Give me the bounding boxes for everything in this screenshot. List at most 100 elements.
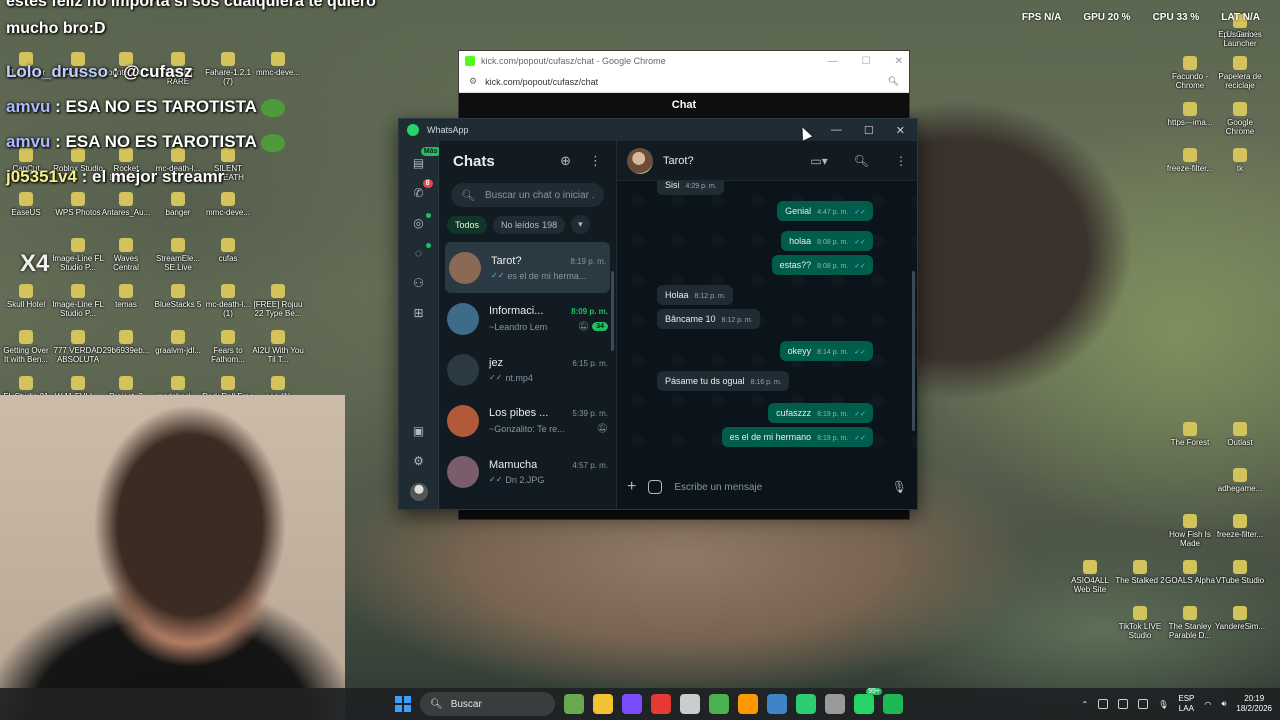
chat-list-scrollbar[interactable] xyxy=(611,271,614,351)
desktop-icon[interactable]: VTube Studio xyxy=(1214,560,1266,585)
site-info-icon[interactable]: ⚙ xyxy=(469,76,477,87)
search-in-chat-icon[interactable]: 🔍︎ xyxy=(854,154,869,168)
outgoing-message[interactable]: cufaszzz 8:19 p. m. ✓✓ xyxy=(768,403,873,423)
desktop-icon[interactable]: tk xyxy=(1214,148,1266,173)
settings-gear-icon[interactable]: ⚙ xyxy=(411,453,427,469)
attach-plus-icon[interactable]: + xyxy=(627,478,636,496)
desktop-icon[interactable]: temas xyxy=(100,284,152,309)
chat-list-item[interactable]: Los pibes ... 5:39 p. m. ~Gonzalito: Te re… xyxy=(439,395,616,446)
taskbar-app-icon[interactable] xyxy=(593,694,613,714)
filter-chip[interactable]: No leídos 198 xyxy=(493,215,566,234)
desktop-icon[interactable]: GOALS Alpha xyxy=(1164,560,1216,585)
outgoing-message[interactable]: es el de mi hermano 8:19 p. m. ✓✓ xyxy=(721,427,873,447)
outgoing-message[interactable]: Genial 4:47 p. m. ✓✓ xyxy=(777,201,873,221)
desktop-icon[interactable]: ASIO4ALL Web Site xyxy=(1064,560,1116,594)
desktop-icon[interactable]: The Stalked 2 xyxy=(1114,560,1166,585)
desktop-icon[interactable]: Getting Over It with Ben... xyxy=(0,330,52,364)
language-indicator[interactable]: ESP LAA xyxy=(1178,694,1194,714)
whatsapp-minimize-button[interactable]: — xyxy=(831,124,842,137)
incoming-message[interactable]: Bâncame 10 8:12 p. m. xyxy=(657,309,760,329)
taskbar-app-icon[interactable] xyxy=(767,694,787,714)
more-filters-chevron-icon[interactable]: ▾ xyxy=(571,215,590,234)
conversation-header[interactable]: Tarot? ▭▾ 🔍︎ ⋮ xyxy=(617,141,917,181)
chrome-close-button[interactable]: ✕ xyxy=(895,56,903,67)
desktop-icon[interactable]: Image-Line FL Studio P... xyxy=(52,284,104,318)
taskbar-app-icon[interactable] xyxy=(651,694,671,714)
desktop-icon[interactable]: StreamEle... SE.Live xyxy=(152,238,204,272)
taskbar-app-icon[interactable] xyxy=(709,694,729,714)
desktop-icon[interactable]: The Forest xyxy=(1164,422,1216,447)
chat-list-item[interactable]: Informaci... 8:09 p. m. ~Leandro Lem 🔕︎ 34 xyxy=(439,293,616,344)
status-nav-icon[interactable]: ◎ xyxy=(411,213,431,231)
chrome-url[interactable]: kick.com/popout/cufasz/chat xyxy=(485,77,598,87)
taskbar-app-icon[interactable]: 99+ xyxy=(854,688,882,714)
volume-icon[interactable]: 🔊︎ xyxy=(1221,699,1226,709)
taskbar-app-icon[interactable] xyxy=(680,694,700,714)
video-call-icon[interactable]: ▭▾ xyxy=(810,154,827,168)
whatsapp-maximize-button[interactable]: ☐ xyxy=(864,124,874,137)
list-menu-icon[interactable]: ⋮ xyxy=(589,153,602,169)
desktop-icon[interactable]: mmc-deve... xyxy=(202,192,254,217)
archived-nav-icon[interactable]: ⊞ xyxy=(411,305,427,321)
whatsapp-close-button[interactable]: ✕ xyxy=(896,124,905,137)
incoming-message[interactable]: Holaa 8:12 p. m. xyxy=(657,285,733,305)
desktop-icon[interactable]: https---ima... xyxy=(1164,102,1216,127)
desktop-icon[interactable]: [FREE] Rojuu 22 Type Be... xyxy=(252,284,304,318)
media-nav-icon[interactable]: ▣ xyxy=(411,423,427,439)
wifi-icon[interactable]: ◠ xyxy=(1204,700,1211,709)
channels-nav-icon[interactable]: ◌ xyxy=(411,243,431,261)
desktop-icon[interactable]: Skull Hotel xyxy=(0,284,52,309)
chrome-titlebar[interactable]: kick.com/popout/cufasz/chat - Google Chr… xyxy=(459,51,909,71)
desktop-icon[interactable]: cufas xyxy=(202,238,254,263)
desktop-icon[interactable]: mc-death-l... (1) xyxy=(202,284,254,318)
taskbar-app-icon[interactable] xyxy=(738,694,758,714)
desktop-icon[interactable]: EaseUS xyxy=(0,192,52,217)
whatsapp-titlebar[interactable]: WhatsApp — ☐ ✕ xyxy=(399,119,917,141)
incoming-message[interactable]: Pásame tu ds ogual 8:16 p. m. xyxy=(657,371,789,391)
sticker-icon[interactable] xyxy=(648,480,663,494)
taskbar-app-icon[interactable] xyxy=(796,694,816,714)
message-input[interactable] xyxy=(674,481,880,493)
zoom-icon[interactable]: 🔍︎ xyxy=(888,76,899,87)
outgoing-message[interactable]: holaa 8:08 p. m. ✓✓ xyxy=(781,231,873,251)
desktop-icon[interactable]: freeze-filter... xyxy=(1164,148,1216,173)
desktop-icon[interactable]: freeze-filter... xyxy=(1214,514,1266,539)
desktop-icon[interactable]: TikTok LIVE Studio xyxy=(1114,606,1166,640)
desktop-icon[interactable]: The Stanley Parable D... xyxy=(1164,606,1216,640)
communities-nav-icon[interactable]: ⚇ xyxy=(411,275,427,291)
tray-app-icon[interactable] xyxy=(1118,699,1129,709)
tray-app-icon[interactable] xyxy=(1098,699,1109,709)
conversation-scrollbar[interactable] xyxy=(912,271,915,431)
desktop-icon[interactable]: Fears to Fathom... xyxy=(202,330,254,364)
desktop-icon[interactable]: YandereSim... xyxy=(1214,606,1266,631)
windows-start-icon[interactable] xyxy=(395,696,411,712)
desktop-icon[interactable]: 777 VERDAD ABSOLUTA xyxy=(52,330,104,364)
tray-app-icon[interactable] xyxy=(1138,699,1149,709)
filter-chip[interactable]: Todos xyxy=(447,215,488,234)
outgoing-message[interactable]: estas?? 8:08 p. m. ✓✓ xyxy=(771,255,873,275)
taskbar-app-icon[interactable] xyxy=(564,694,584,714)
desktop-icon[interactable]: Waves Central xyxy=(100,238,152,272)
taskbar-app-icon[interactable] xyxy=(883,694,903,714)
chrome-maximize-button[interactable]: ☐ xyxy=(862,56,871,67)
contact-name[interactable]: Tarot? xyxy=(663,155,694,167)
microphone-icon[interactable]: 🎙︎ xyxy=(892,480,907,494)
microphone-tray-icon[interactable]: 🎙︎ xyxy=(1158,700,1168,709)
chrome-minimize-button[interactable]: — xyxy=(828,56,838,67)
desktop-icon[interactable]: banger xyxy=(152,192,204,217)
desktop-icon[interactable]: Outlast xyxy=(1214,422,1266,447)
contact-avatar[interactable] xyxy=(627,147,653,174)
new-chat-icon[interactable]: ⊕ xyxy=(560,153,571,169)
taskbar-search[interactable]: 🔍︎ Buscar xyxy=(420,692,555,716)
whatsapp-window[interactable]: WhatsApp — ☐ ✕ ▤ Más ✆ 8 ◎ ◌ ⚇ ⊞ ▣ ⚙ Chats xyxy=(398,118,918,510)
tray-overflow-icon[interactable]: ⌃ xyxy=(1082,700,1089,709)
desktop-icon[interactable]: Papelera de reciclaje xyxy=(1214,56,1266,90)
chat-list-item[interactable]: jez 6:15 p. m. ✓✓ nt.mp4 xyxy=(439,344,616,395)
conversation-menu-icon[interactable]: ⋮ xyxy=(895,154,907,168)
taskbar-app-icon[interactable] xyxy=(825,694,845,714)
chat-list-item[interactable]: Mamucha 4:57 p. m. ✓✓ Dn 2.JPG xyxy=(439,446,616,497)
outgoing-message[interactable]: okeyy 8:14 p. m. ✓✓ xyxy=(779,341,873,361)
desktop-icon[interactable]: Facundo - Chrome xyxy=(1164,56,1216,90)
desktop-icon[interactable]: Google Chrome xyxy=(1214,102,1266,136)
desktop-icon[interactable]: graalvm-jdl... xyxy=(152,330,204,355)
